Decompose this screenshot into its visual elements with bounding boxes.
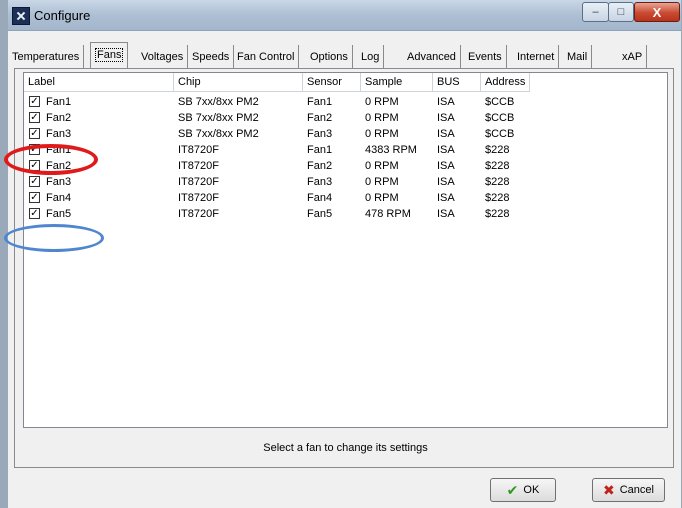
cell-chip: IT8720F (178, 176, 219, 188)
cell-bus: ISA (437, 144, 455, 156)
row-checkbox[interactable]: ✓ (29, 192, 40, 203)
tab-fans[interactable]: Fans (90, 42, 129, 68)
minimize-button[interactable]: – (582, 2, 609, 22)
cell-chip: IT8720F (178, 192, 219, 204)
row-checkbox[interactable]: ✓ (29, 96, 40, 107)
tab-xap[interactable]: xAP (618, 45, 648, 69)
tab-internet[interactable]: Internet (513, 45, 560, 69)
cell-bus: ISA (437, 96, 455, 108)
cell-address: $CCB (485, 128, 515, 140)
cell-chip: SB 7xx/8xx PM2 (178, 96, 259, 108)
column-header-label[interactable]: Label (24, 73, 174, 92)
cell-bus: ISA (437, 176, 455, 188)
cell-label: Fan2 (46, 112, 72, 124)
cell-bus: ISA (437, 192, 455, 204)
row-checkbox[interactable]: ✓ (29, 144, 40, 155)
cell-chip: IT8720F (178, 144, 219, 156)
window-title: Configure (34, 8, 91, 23)
cell-sample: 4383 RPM (365, 144, 417, 156)
column-header-address[interactable]: Address (481, 73, 530, 92)
row-checkbox[interactable]: ✓ (29, 208, 40, 219)
cell-sensor: Fan4 (307, 192, 333, 204)
cell-sample: 0 RPM (365, 160, 399, 172)
ok-label: OK (523, 484, 540, 496)
table-row[interactable]: ✓ Fan2 IT8720F Fan2 0 RPM ISA $228 (24, 158, 667, 174)
cell-bus: ISA (437, 128, 455, 140)
app-icon (12, 7, 30, 25)
column-header-sensor[interactable]: Sensor (303, 73, 361, 92)
cell-sensor: Fan3 (307, 128, 333, 140)
cell-sample: 0 RPM (365, 176, 399, 188)
tab-strip: Temperatures Fans Voltages Speeds Fan Co… (8, 42, 675, 69)
title-bar[interactable]: Configure – □ X (8, 0, 681, 31)
table-row[interactable]: ✓ Fan5 IT8720F Fan5 478 RPM ISA $228 (24, 206, 667, 222)
cell-label: Fan1 (46, 144, 72, 156)
tab-advanced[interactable]: Advanced (403, 45, 461, 69)
cell-sensor: Fan2 (307, 160, 333, 172)
cell-label: Fan2 (46, 160, 72, 172)
cell-sample: 0 RPM (365, 96, 399, 108)
tab-voltages[interactable]: Voltages (137, 45, 189, 69)
tab-events[interactable]: Events (464, 45, 507, 69)
row-checkbox[interactable]: ✓ (29, 128, 40, 139)
cell-sample: 0 RPM (365, 112, 399, 124)
ok-button[interactable]: ✔ OK (490, 478, 556, 502)
cell-sensor: Fan1 (307, 96, 333, 108)
cell-chip: IT8720F (178, 160, 219, 172)
cell-label: Fan1 (46, 96, 72, 108)
tab-temperatures[interactable]: Temperatures (8, 45, 85, 69)
tab-log[interactable]: Log (357, 45, 385, 69)
status-message: Select a fan to change its settings (263, 442, 428, 454)
close-button[interactable]: X (634, 2, 680, 22)
list-header: Label Chip Sensor Sample BUS Address (24, 73, 667, 92)
fans-panel: Label Chip Sensor Sample BUS Address ✓ Fa… (14, 68, 674, 468)
tab-options[interactable]: Options (306, 45, 353, 69)
checkmark-icon: ✔ (506, 481, 519, 498)
cell-address: $CCB (485, 96, 515, 108)
cell-sensor: Fan2 (307, 112, 333, 124)
cell-address: $228 (485, 208, 510, 220)
tab-mail[interactable]: Mail (563, 45, 593, 69)
fan-list[interactable]: Label Chip Sensor Sample BUS Address ✓ Fa… (23, 72, 668, 428)
cell-label: Fan3 (46, 128, 72, 140)
column-header-sample[interactable]: Sample (361, 73, 433, 92)
cell-address: $228 (485, 192, 510, 204)
cell-sample: 0 RPM (365, 192, 399, 204)
cell-sample: 478 RPM (365, 208, 411, 220)
cell-chip: IT8720F (178, 208, 219, 220)
table-row[interactable]: ✓ Fan4 IT8720F Fan4 0 RPM ISA $228 (24, 190, 667, 206)
cell-sensor: Fan1 (307, 144, 333, 156)
cell-sample: 0 RPM (365, 128, 399, 140)
cell-sensor: Fan5 (307, 208, 333, 220)
row-checkbox[interactable]: ✓ (29, 176, 40, 187)
cell-bus: ISA (437, 112, 455, 124)
cell-bus: ISA (437, 160, 455, 172)
cell-label: Fan5 (46, 208, 72, 220)
table-row[interactable]: ✓ Fan1 SB 7xx/8xx PM2 Fan1 0 RPM ISA $CCB (24, 94, 667, 110)
table-row[interactable]: ✓ Fan1 IT8720F Fan1 4383 RPM ISA $228 (24, 142, 667, 158)
row-checkbox[interactable]: ✓ (29, 112, 40, 123)
cell-address: $228 (485, 144, 510, 156)
row-checkbox[interactable]: ✓ (29, 160, 40, 171)
tab-fan-control[interactable]: Fan Control (233, 45, 300, 69)
column-header-chip[interactable]: Chip (174, 73, 303, 92)
cancel-button[interactable]: ✖ Cancel (592, 478, 665, 502)
cell-chip: SB 7xx/8xx PM2 (178, 112, 259, 124)
table-row[interactable]: ✓ Fan3 IT8720F Fan3 0 RPM ISA $228 (24, 174, 667, 190)
tab-speeds[interactable]: Speeds (188, 45, 235, 69)
maximize-button[interactable]: □ (608, 2, 634, 22)
cell-address: $CCB (485, 112, 515, 124)
cell-label: Fan4 (46, 192, 72, 204)
column-header-bus[interactable]: BUS (433, 73, 481, 92)
cell-sensor: Fan3 (307, 176, 333, 188)
cell-chip: SB 7xx/8xx PM2 (178, 128, 259, 140)
cell-label: Fan3 (46, 176, 72, 188)
table-row[interactable]: ✓ Fan2 SB 7xx/8xx PM2 Fan2 0 RPM ISA $CCB (24, 110, 667, 126)
cross-icon: ✖ (603, 481, 615, 498)
cancel-label: Cancel (619, 484, 654, 496)
cell-bus: ISA (437, 208, 455, 220)
table-row[interactable]: ✓ Fan3 SB 7xx/8xx PM2 Fan3 0 RPM ISA $CCB (24, 126, 667, 142)
cell-address: $228 (485, 160, 510, 172)
cell-address: $228 (485, 176, 510, 188)
